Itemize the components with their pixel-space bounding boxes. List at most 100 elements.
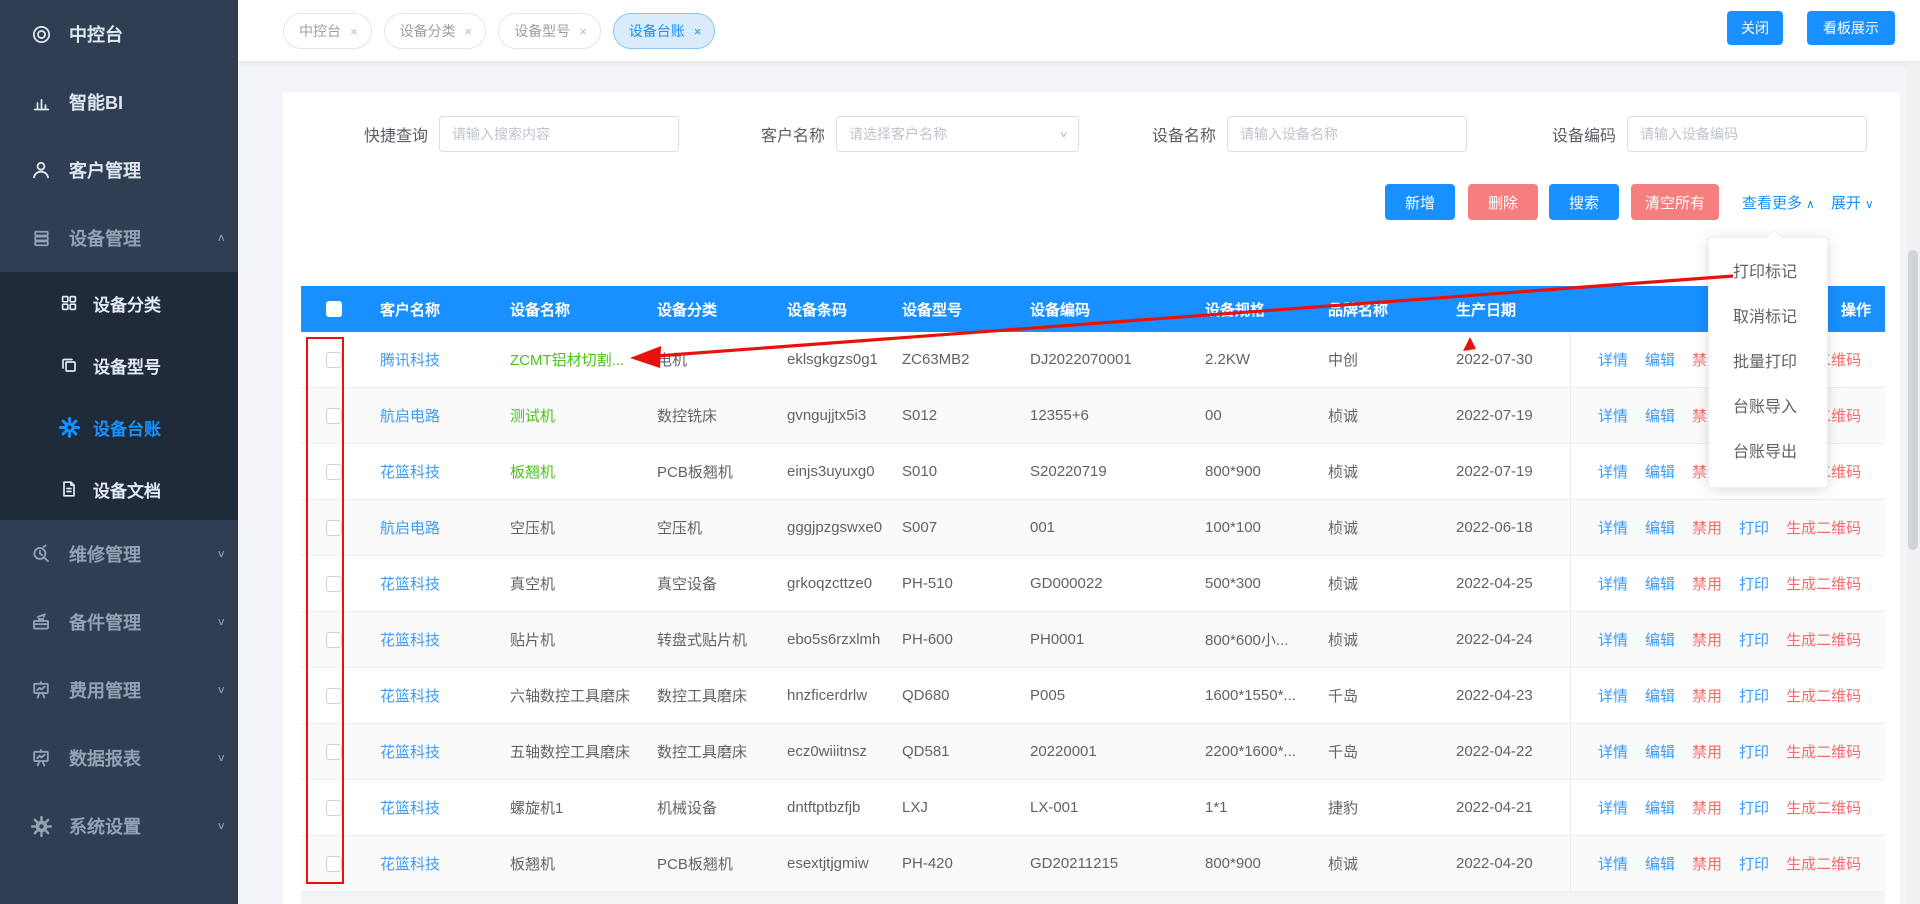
customer-select[interactable]: 请选择客户名称∨ [836,116,1079,152]
row-checkbox[interactable] [326,464,342,480]
cell-device[interactable]: 贴片机 [497,629,644,650]
action-禁用[interactable]: 禁用 [1692,741,1722,762]
cell-customer[interactable]: 花篮科技 [367,853,497,874]
menu-item-批量打印[interactable]: 批量打印 [1709,340,1827,385]
cell-device[interactable]: 五轴数控工具磨床 [497,741,644,762]
action-打印[interactable]: 打印 [1739,685,1769,706]
sidebar-item-设备分类[interactable]: 设备分类 [0,272,238,334]
cell-customer[interactable]: 花篮科技 [367,461,497,482]
search-input-设备名称[interactable] [1227,116,1467,152]
action-编辑[interactable]: 编辑 [1645,461,1675,482]
action-编辑[interactable]: 编辑 [1645,797,1675,818]
新增-button[interactable]: 新增 [1385,184,1455,220]
row-checkbox[interactable] [326,800,342,816]
board-display-button[interactable]: 看板展示 [1807,11,1895,45]
action-编辑[interactable]: 编辑 [1645,349,1675,370]
cell-device[interactable]: 六轴数控工具磨床 [497,685,644,706]
action-详情[interactable]: 详情 [1598,685,1628,706]
menu-item-台账导入[interactable]: 台账导入 [1709,385,1827,430]
action-编辑[interactable]: 编辑 [1645,741,1675,762]
action-详情[interactable]: 详情 [1598,741,1628,762]
action-详情[interactable]: 详情 [1598,573,1628,594]
tab-close-icon[interactable]: × [694,24,702,39]
action-禁用[interactable]: 禁用 [1692,573,1722,594]
action-生成二维码[interactable]: 生成二维码 [1786,573,1861,594]
tab-设备台账[interactable]: 设备台账× [613,13,716,49]
cell-customer[interactable]: 腾讯科技 [367,349,497,370]
action-打印[interactable]: 打印 [1739,797,1769,818]
sidebar-item-设备文档[interactable]: 设备文档 [0,458,238,520]
tab-中控台[interactable]: 中控台× [283,13,372,49]
action-打印[interactable]: 打印 [1739,741,1769,762]
action-打印[interactable]: 打印 [1739,517,1769,538]
cell-device[interactable]: 测试机 [497,405,644,426]
sidebar-item-智能BI[interactable]: 智能BI [0,68,238,136]
action-详情[interactable]: 详情 [1598,517,1628,538]
action-生成二维码[interactable]: 生成二维码 [1786,741,1861,762]
cell-customer[interactable]: 花篮科技 [367,685,497,706]
action-详情[interactable]: 详情 [1598,629,1628,650]
cell-customer[interactable]: 花篮科技 [367,797,497,818]
action-禁用[interactable]: 禁用 [1692,517,1722,538]
展开-link[interactable]: 展开∨ [1831,192,1874,213]
查看更多-link[interactable]: 查看更多∧ [1742,192,1815,213]
cell-customer[interactable]: 航启电路 [367,517,497,538]
action-生成二维码[interactable]: 生成二维码 [1786,517,1861,538]
menu-item-取消标记[interactable]: 取消标记 [1709,295,1827,340]
tab-close-icon[interactable]: × [350,24,358,39]
tab-close-icon[interactable]: × [579,24,587,39]
cell-customer[interactable]: 花篮科技 [367,741,497,762]
搜索-button[interactable]: 搜索 [1549,184,1619,220]
row-checkbox[interactable] [326,632,342,648]
select-all-checkbox[interactable] [326,301,342,317]
sidebar-item-中控台[interactable]: 中控台 [0,0,238,68]
row-checkbox[interactable] [326,520,342,536]
action-生成二维码[interactable]: 生成二维码 [1786,797,1861,818]
sidebar-item-维修管理[interactable]: 维修管理∨ [0,520,238,588]
sidebar-item-设备型号[interactable]: 设备型号 [0,334,238,396]
清空所有-button[interactable]: 清空所有 [1631,184,1719,220]
action-生成二维码[interactable]: 生成二维码 [1786,629,1861,650]
action-详情[interactable]: 详情 [1598,349,1628,370]
action-生成二维码[interactable]: 生成二维码 [1786,685,1861,706]
sidebar-item-系统设置[interactable]: 系统设置∨ [0,792,238,860]
row-checkbox[interactable] [326,352,342,368]
action-打印[interactable]: 打印 [1739,573,1769,594]
sidebar-item-数据报表[interactable]: 数据报表∨ [0,724,238,792]
row-checkbox[interactable] [326,744,342,760]
sidebar-item-设备管理[interactable]: 设备管理∧ [0,204,238,272]
action-详情[interactable]: 详情 [1598,405,1628,426]
sidebar-item-客户管理[interactable]: 客户管理 [0,136,238,204]
row-checkbox[interactable] [326,688,342,704]
cell-device[interactable]: 板翘机 [497,461,644,482]
cell-device[interactable]: 真空机 [497,573,644,594]
action-详情[interactable]: 详情 [1598,853,1628,874]
action-禁用[interactable]: 禁用 [1692,685,1722,706]
action-打印[interactable]: 打印 [1739,629,1769,650]
menu-item-台账导出[interactable]: 台账导出 [1709,430,1827,475]
cell-customer[interactable]: 花篮科技 [367,573,497,594]
action-禁用[interactable]: 禁用 [1692,797,1722,818]
tab-设备分类[interactable]: 设备分类× [384,13,487,49]
action-详情[interactable]: 详情 [1598,461,1628,482]
row-checkbox[interactable] [326,576,342,592]
search-input-设备编码[interactable] [1627,116,1867,152]
cell-customer[interactable]: 航启电路 [367,405,497,426]
row-checkbox[interactable] [326,408,342,424]
cell-device[interactable]: ZCMT铝材切割... [497,349,644,370]
action-禁用[interactable]: 禁用 [1692,853,1722,874]
action-编辑[interactable]: 编辑 [1645,853,1675,874]
scrollbar-thumb[interactable] [1908,250,1918,550]
tab-设备型号[interactable]: 设备型号× [498,13,601,49]
row-checkbox[interactable] [326,856,342,872]
action-生成二维码[interactable]: 生成二维码 [1786,853,1861,874]
search-input-快捷查询[interactable] [439,116,679,152]
删除-button[interactable]: 删除 [1468,184,1538,220]
tab-close-icon[interactable]: × [465,24,473,39]
action-编辑[interactable]: 编辑 [1645,629,1675,650]
sidebar-item-费用管理[interactable]: 费用管理∨ [0,656,238,724]
action-编辑[interactable]: 编辑 [1645,685,1675,706]
vertical-scrollbar[interactable] [1906,62,1920,904]
action-打印[interactable]: 打印 [1739,853,1769,874]
sidebar-item-备件管理[interactable]: 备件管理∨ [0,588,238,656]
